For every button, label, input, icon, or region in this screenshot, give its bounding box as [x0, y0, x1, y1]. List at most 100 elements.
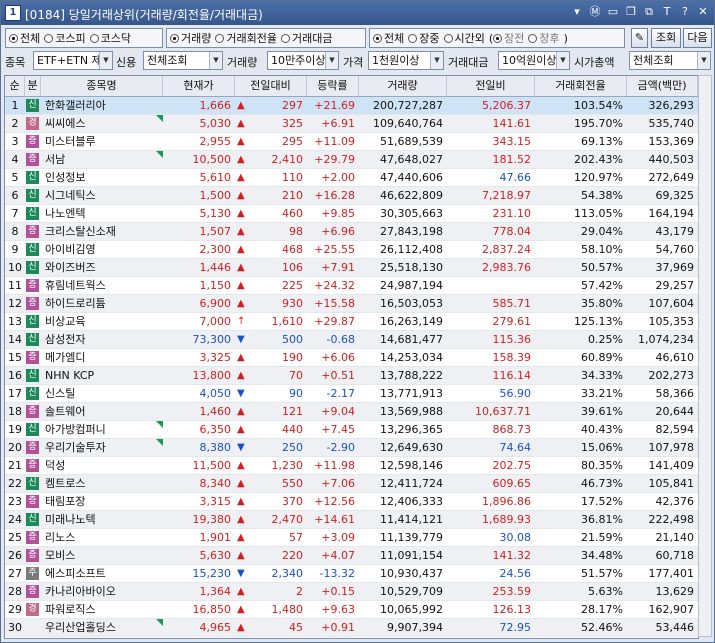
credit-select[interactable]: 전체조회 ▼: [143, 51, 223, 70]
vertical-scrollbar[interactable]: [698, 75, 712, 637]
table-row[interactable]: 22 신 켐트로스 8,340 550 ▲ +7.06 12,411,724 609.65 46.…: [5, 475, 698, 493]
radio-session-sub-1[interactable]: 장후: [528, 30, 560, 46]
table-row[interactable]: 26 증 모비스 5,630 220 ▲ +4.07 11,091,154 141.32 34.4…: [5, 547, 698, 565]
table-row[interactable]: 1 신 한화갤러리아 1,666 297 ▲ +21.69 200,727,287 5,206.…: [5, 97, 698, 115]
table-row[interactable]: 10 신 와이즈버즈 1,446 106 ▲ +7.91 25,518,130 2,983.76…: [5, 259, 698, 277]
column-header-3[interactable]: 현재가: [163, 76, 235, 96]
stock-name[interactable]: 나노엔텍: [41, 205, 163, 222]
table-row[interactable]: 11 증 휴림네트웍스 1,150 225 ▲ +24.32 24,987,194 57.42%…: [5, 277, 698, 295]
radio-dot[interactable]: [373, 33, 382, 43]
column-header-4[interactable]: 전일대비: [235, 76, 307, 96]
table-row[interactable]: 21 증 덕성 11,500 1,230 ▲ +11.98 12,598,146 202.75 8…: [5, 457, 698, 475]
table-row[interactable]: 19 신 아가방컴퍼니 6,350 440 ▲ +7.45 13,296,365 868.73 4…: [5, 421, 698, 439]
stock-name[interactable]: 비상교육: [41, 313, 163, 330]
radio-session-sub-0[interactable]: 장전: [493, 30, 524, 46]
table-row[interactable]: 4 증 서남 10,500 2,410 ▲ +29.79 47,648,027 181.52 20…: [5, 151, 698, 169]
stock-name[interactable]: 아이비김영: [41, 241, 163, 258]
window-number[interactable]: 1: [5, 5, 21, 21]
table-row[interactable]: 27 주 에스피소프트 15,230 2,340 ▼ -13.32 10,930,437 24.…: [5, 565, 698, 583]
query-button[interactable]: 조회: [651, 28, 681, 48]
radio-market-0[interactable]: 전체: [9, 30, 40, 46]
table-row[interactable]: 8 증 크리스탈신소재 1,507 98 ▲ +6.96 27,843,198 778.04 29…: [5, 223, 698, 241]
stock-name[interactable]: 아가방컴퍼니: [41, 421, 163, 438]
stock-name[interactable]: 미스터블루: [41, 133, 163, 150]
stock-name[interactable]: 켐트로스: [41, 475, 163, 492]
table-row[interactable]: 25 증 리노스 1,901 57 ▲ +3.09 11,139,779 30.08 21.59%…: [5, 529, 698, 547]
radio-sort-0[interactable]: 거래량: [170, 30, 211, 46]
cap-select[interactable]: 전체조회 ▼: [629, 51, 711, 70]
item-select[interactable]: ETF+ETN 제 ▼: [33, 51, 113, 70]
table-row[interactable]: 12 증 하이드로리튬 6,900 930 ▲ +15.58 16,503,053 585.71…: [5, 295, 698, 313]
stock-name[interactable]: 모비스: [41, 547, 163, 564]
amount-select[interactable]: 10억원이상 ▼: [498, 51, 570, 70]
radio-dot[interactable]: [89, 33, 99, 43]
radio-dot[interactable]: [408, 33, 418, 43]
radio-dot[interactable]: [280, 33, 290, 43]
stock-name[interactable]: 와이즈버즈: [41, 259, 163, 276]
table-row[interactable]: 15 증 메가엠디 3,325 190 ▲ +6.06 14,253,034 158.39 60.…: [5, 349, 698, 367]
radio-dot[interactable]: [443, 33, 453, 43]
ranking-table[interactable]: 순위분종목명현재가전일대비등락률거래량전일비거래회전율금액(백만) 1신한화갤러…: [4, 75, 699, 639]
column-header-0[interactable]: 순위: [5, 76, 25, 112]
table-row[interactable]: 14 신 삼성전자 73,300 500 ▼ -0.68 14,681,477 115.36 0.…: [5, 331, 698, 349]
stock-name[interactable]: 미래나노텍: [41, 511, 163, 528]
radio-sort-2[interactable]: 거래대금: [280, 30, 332, 46]
arrow-down-icon[interactable]: ▾: [570, 5, 584, 19]
radio-dot[interactable]: [9, 33, 18, 43]
table-row[interactable]: 5 신 인성정보 5,610 110 ▲ +2.00 47,440,606 47.66 120.9…: [5, 169, 698, 187]
table-row[interactable]: 7 신 나노엔텍 5,130 460 ▲ +9.85 30,305,663 231.10 113.…: [5, 205, 698, 223]
column-header-6[interactable]: 거래량: [359, 76, 447, 96]
radio-session-0[interactable]: 전체: [373, 30, 404, 46]
table-row[interactable]: 2 경 씨씨에스 5,030 325 ▲ +6.91 109,640,764 141.61 195…: [5, 115, 698, 133]
stock-name[interactable]: 휴림네트웍스: [41, 277, 163, 294]
radio-dot[interactable]: [44, 33, 54, 43]
table-row[interactable]: 29 경 파워로직스 16,850 1,480 ▲ +9.63 10,065,992 126.1…: [5, 601, 698, 619]
pin-icon[interactable]: ✎: [631, 28, 648, 48]
stock-name[interactable]: 에스피소프트: [41, 565, 163, 582]
stock-name[interactable]: 우리기술투자: [41, 439, 163, 456]
column-header-5[interactable]: 등락률: [307, 76, 359, 96]
radio-market-2[interactable]: 코스닥: [89, 30, 131, 46]
table-row[interactable]: 28 증 카나리아바이오 1,364 2 ▲ +0.15 10,529,709 253.59 5.…: [5, 583, 698, 601]
table-row[interactable]: 17 신 신스틸 4,050 90 ▼ -2.17 13,771,913 56.90 33.21%…: [5, 385, 698, 403]
table-row[interactable]: 13 신 비상교육 7,000 1,610 ↑ +29.87 16,263,149 279.61…: [5, 313, 698, 331]
stock-name[interactable]: 솔트웨어: [41, 403, 163, 420]
close-icon[interactable]: ✕: [696, 5, 710, 19]
stock-name[interactable]: 씨씨에스: [41, 115, 163, 132]
radio-market-1[interactable]: 코스피: [44, 30, 86, 46]
column-header-1[interactable]: 분: [25, 76, 41, 96]
radio-dot[interactable]: [493, 33, 503, 43]
radio-dot[interactable]: [528, 33, 538, 43]
help-icon[interactable]: ?: [678, 5, 692, 19]
font-icon[interactable]: T: [660, 5, 674, 19]
stock-name[interactable]: 서남: [41, 151, 163, 168]
next-button[interactable]: 다음: [683, 28, 712, 48]
table-row[interactable]: 6 신 시그네틱스 1,500 210 ▲ +16.28 46,622,809 7,218.97…: [5, 187, 698, 205]
table-row[interactable]: 30 우리산업홀딩스 4,965 45 ▲ +0.91 9,907,394 72.95 52.4…: [5, 619, 698, 637]
stock-name[interactable]: 태림포장: [41, 493, 163, 510]
stock-name[interactable]: 덕성: [41, 457, 163, 474]
m-icon[interactable]: Ⓜ: [588, 5, 602, 19]
column-header-8[interactable]: 거래회전율: [535, 76, 627, 96]
stock-name[interactable]: 파워로직스: [41, 601, 163, 618]
column-header-9[interactable]: 금액(백만): [627, 76, 698, 96]
radio-sort-1[interactable]: 거래회전율: [215, 30, 277, 46]
radio-dot[interactable]: [170, 33, 179, 43]
stock-name[interactable]: 인성정보: [41, 169, 163, 186]
radio-dot[interactable]: [215, 33, 225, 43]
table-row[interactable]: 24 신 미래나노텍 19,380 2,470 ▲ +14.61 11,414,121 1,68…: [5, 511, 698, 529]
price-select[interactable]: 1천원이상 ▼: [368, 51, 444, 70]
radio-session-1[interactable]: 장중: [408, 30, 440, 46]
copy-icon[interactable]: ⧉: [642, 5, 656, 19]
stock-name[interactable]: 한화갤러리아: [41, 97, 163, 114]
table-row[interactable]: 20 증 우리기술투자 8,380 250 ▼ -2.90 12,649,630 74.64 15…: [5, 439, 698, 457]
table-row[interactable]: 16 신 NHN KCP 13,800 70 ▲ +0.51 13,788,222 116.14…: [5, 367, 698, 385]
stock-name[interactable]: 하이드로리튬: [41, 295, 163, 312]
table-row[interactable]: 3 증 미스터블루 2,955 295 ▲ +11.09 51,689,539 343.15 69…: [5, 133, 698, 151]
window-icon[interactable]: ▭: [606, 5, 620, 19]
radio-session-2[interactable]: 시간외: [443, 30, 485, 46]
table-row[interactable]: 18 증 솔트웨어 1,460 121 ▲ +9.04 13,569,988 10,637.71…: [5, 403, 698, 421]
stock-name[interactable]: 신스틸: [41, 385, 163, 402]
volume-select[interactable]: 10만주이상 ▼: [267, 51, 339, 70]
stock-name[interactable]: 시그네틱스: [41, 187, 163, 204]
